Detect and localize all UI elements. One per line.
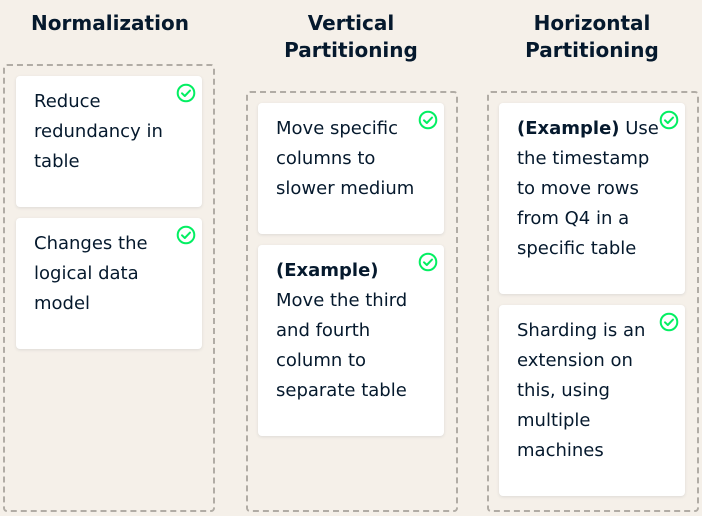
column-title: Vertical Partitioning [284, 11, 418, 62]
card-text: Sharding is an extension on this, using … [517, 320, 646, 461]
card: Sharding is an extension on this, using … [499, 305, 685, 496]
card: Move specific columns to slower medium [258, 103, 444, 234]
check-circle-icon [176, 83, 196, 103]
card: Changes the logical data model [16, 218, 202, 349]
card-text: Reduce redundancy in table [34, 91, 163, 172]
card: (Example) Move the third and fourth colu… [258, 245, 444, 436]
check-circle-icon [418, 252, 438, 272]
card-text: (Example) Use the timestamp to move rows… [517, 118, 659, 259]
column-title: Normalization [31, 11, 189, 35]
card: Reduce redundancy in table [16, 76, 202, 207]
column-title: Horizontal Partitioning [525, 11, 659, 62]
check-circle-icon [659, 110, 679, 130]
check-circle-icon [176, 225, 196, 245]
check-circle-icon [418, 110, 438, 130]
card-text: (Example) Move the third and fourth colu… [276, 260, 408, 401]
card: (Example) Use the timestamp to move rows… [499, 103, 685, 294]
column-normalization: Normalization Reduce redundancy in table… [0, 0, 220, 516]
column-vertical-partitioning: Vertical Partitioning Move specific colu… [240, 0, 462, 516]
card-text: Changes the logical data model [34, 233, 148, 314]
column-horizontal-partitioning: Horizontal Partitioning (Example) Use th… [482, 0, 702, 516]
check-circle-icon [659, 312, 679, 332]
card-text: Move specific columns to slower medium [276, 118, 415, 199]
